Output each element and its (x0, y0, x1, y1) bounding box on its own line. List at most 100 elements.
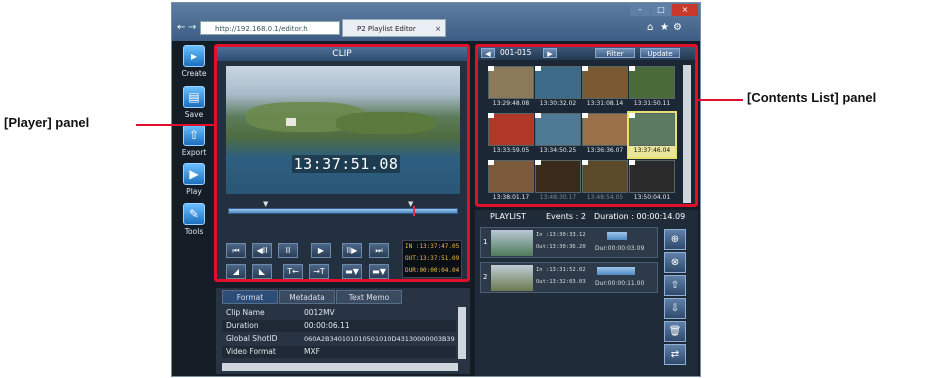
insert-to-playlist-button[interactable]: ▬▼ (369, 264, 389, 279)
sidebar-item-label: Save (184, 110, 204, 119)
create-icon: ▸ (183, 45, 205, 67)
playlist-thumbnail (491, 265, 533, 291)
info-row: Video Format MXF (222, 346, 456, 358)
close-window-button[interactable]: × (672, 4, 698, 16)
sidebar-item-label: Export (181, 148, 207, 157)
tc-duration: DUR:00:00:04.04 (405, 267, 460, 274)
mark-out-button[interactable]: ◣ (252, 264, 272, 279)
update-button[interactable]: Update (640, 48, 680, 58)
tab-p2-playlist-editor[interactable]: P2 Playlist Editor × (342, 19, 446, 37)
playlist-out: Out:13:30:36.20 (536, 244, 586, 250)
playhead[interactable] (413, 206, 415, 216)
info-key: Video Format (226, 347, 276, 356)
goto-in-button[interactable]: T← (283, 264, 303, 279)
thumbnail-timecode: 13:29:48.08 (492, 100, 530, 107)
thumbnail-image (629, 160, 675, 193)
goto-out-button[interactable]: →T (309, 264, 329, 279)
filter-button[interactable]: Filter (595, 48, 635, 58)
step-forward-button[interactable]: II▶ (342, 243, 362, 258)
thumbnail-item[interactable]: 13:34:50.25 (535, 113, 581, 157)
thumbnail-timecode: 13:30:32.02 (539, 100, 577, 107)
playlist-in: In :13:30:33.12 (536, 232, 586, 238)
thumbnail-item[interactable]: 13:33:59.05 (488, 113, 534, 157)
thumbnail-item[interactable]: 13:31:08.14 (582, 66, 628, 110)
back-icon[interactable]: ← (177, 22, 187, 34)
p2-badge-icon (488, 160, 494, 165)
video-preview[interactable] (226, 66, 460, 194)
thumbnail-timecode: 13:50:04.01 (633, 194, 671, 201)
go-start-button[interactable]: ⏮ (226, 243, 246, 258)
forward-icon[interactable]: → (188, 22, 198, 34)
sidebar-item-create[interactable]: ▸ Create (176, 45, 212, 85)
pause-button[interactable]: II (278, 243, 298, 258)
duration-bar (597, 267, 635, 275)
trim-button[interactable]: ⇄ (664, 344, 686, 365)
move-up-button[interactable]: ⇧ (664, 275, 686, 296)
thumbnail-item[interactable]: 13:37:46.04 (627, 111, 677, 159)
playlist-item[interactable]: 2 In :13:31:52.02 Out:13:32:03.03 Dur:00… (480, 262, 658, 293)
thumbnail-item[interactable]: 13:29:48.08 (488, 66, 534, 110)
move-down-button[interactable]: ⇩ (664, 298, 686, 319)
go-end-button[interactable]: ⏭ (369, 243, 389, 258)
step-back-button[interactable]: ◀II (252, 243, 272, 258)
zoom-out-button[interactable]: ⊗ (664, 252, 686, 273)
sidebar-item-tools[interactable]: ✎ Tools (176, 203, 212, 243)
playlist-item[interactable]: 1 In :13:30:33.12 Out:13:30:36.20 Dur:00… (480, 227, 658, 258)
thumbnail-item[interactable]: 13:36:36.07 (582, 113, 628, 157)
thumbnail-item[interactable]: 13:31:50.11 (629, 66, 675, 110)
timeline-bar[interactable]: ▼ ▼ (228, 200, 458, 218)
zoom-in-button[interactable]: ⊕ (664, 229, 686, 250)
playlist-header: PLAYLIST Events : 2 Duration : 00:00:14.… (478, 211, 696, 223)
thumbnail-item[interactable]: 13:48:54.05 (582, 160, 628, 204)
contents-scrollbar[interactable] (683, 65, 691, 203)
thumbnail-item[interactable]: 13:38:01.17 (488, 160, 534, 204)
player-callout-line (136, 124, 214, 126)
sidebar-item-label: Create (181, 69, 207, 78)
add-to-playlist-button[interactable]: ▬▼ (342, 264, 362, 279)
sidebar-item-export[interactable]: ⇧ Export (176, 124, 212, 164)
thumbnail-image (582, 113, 628, 146)
minimize-button[interactable]: – (630, 4, 650, 16)
playlist-events: Events : 2 (546, 212, 586, 221)
tab-text-memo[interactable]: Text Memo (336, 290, 402, 304)
mark-in-button[interactable]: ◢ (226, 264, 246, 279)
tab-close-icon[interactable]: × (435, 20, 441, 38)
thumbnail-image (535, 113, 581, 146)
contents-callout-line (698, 99, 743, 101)
thumbnail-item[interactable]: 13:50:04.01 (629, 160, 675, 204)
thumbnail-timecode: 13:37:46.04 (633, 147, 671, 154)
tab-title: P2 Playlist Editor (357, 25, 416, 33)
thumbnail-image (535, 160, 581, 193)
thumbnail-item[interactable]: 13:30:32.02 (535, 66, 581, 110)
in-marker-icon[interactable]: ▼ (263, 200, 271, 208)
delete-button[interactable]: 🗑 (664, 321, 686, 342)
next-page-icon[interactable]: ▶ (543, 48, 557, 58)
sidebar-item-play[interactable]: ▶ Play (176, 163, 212, 203)
play-button[interactable]: ▶ (311, 243, 331, 258)
info-row: Duration 00:00:06.11 (222, 320, 456, 332)
thumbnail-image (488, 160, 534, 193)
sidebar-item-save[interactable]: ▤ Save (176, 86, 212, 126)
playlist-dur: Dur:00:00:11.00 (595, 280, 645, 287)
duration-bar (607, 232, 627, 240)
playlist-item-number: 2 (483, 273, 488, 281)
settings-icon[interactable]: ⚙ (673, 22, 683, 33)
p2-badge-icon (535, 160, 541, 165)
info-scrollbar[interactable] (458, 307, 466, 359)
playlist-item-number: 1 (483, 238, 488, 246)
p2-badge-icon (582, 160, 588, 165)
favorites-icon[interactable]: ★ (660, 22, 670, 33)
info-value: 060A2B340101010501010D43130000003B39 (304, 335, 455, 343)
thumbnail-item[interactable]: 13:48:30.17 (535, 160, 581, 204)
home-icon[interactable]: ⌂ (647, 22, 657, 33)
tab-metadata[interactable]: Metadata (279, 290, 335, 304)
playlist-in: In :13:31:52.02 (536, 267, 586, 273)
tab-format[interactable]: Format (222, 290, 278, 304)
maximize-button[interactable]: □ (651, 4, 671, 16)
thumbnail-image (629, 113, 675, 146)
info-key: Clip Name (226, 308, 265, 317)
thumbnail-image (535, 66, 581, 99)
info-horizontal-scrollbar[interactable] (222, 363, 458, 371)
address-bar[interactable]: http://192.168.0.1/editor.h (200, 21, 340, 35)
prev-page-icon[interactable]: ◀ (481, 48, 495, 58)
